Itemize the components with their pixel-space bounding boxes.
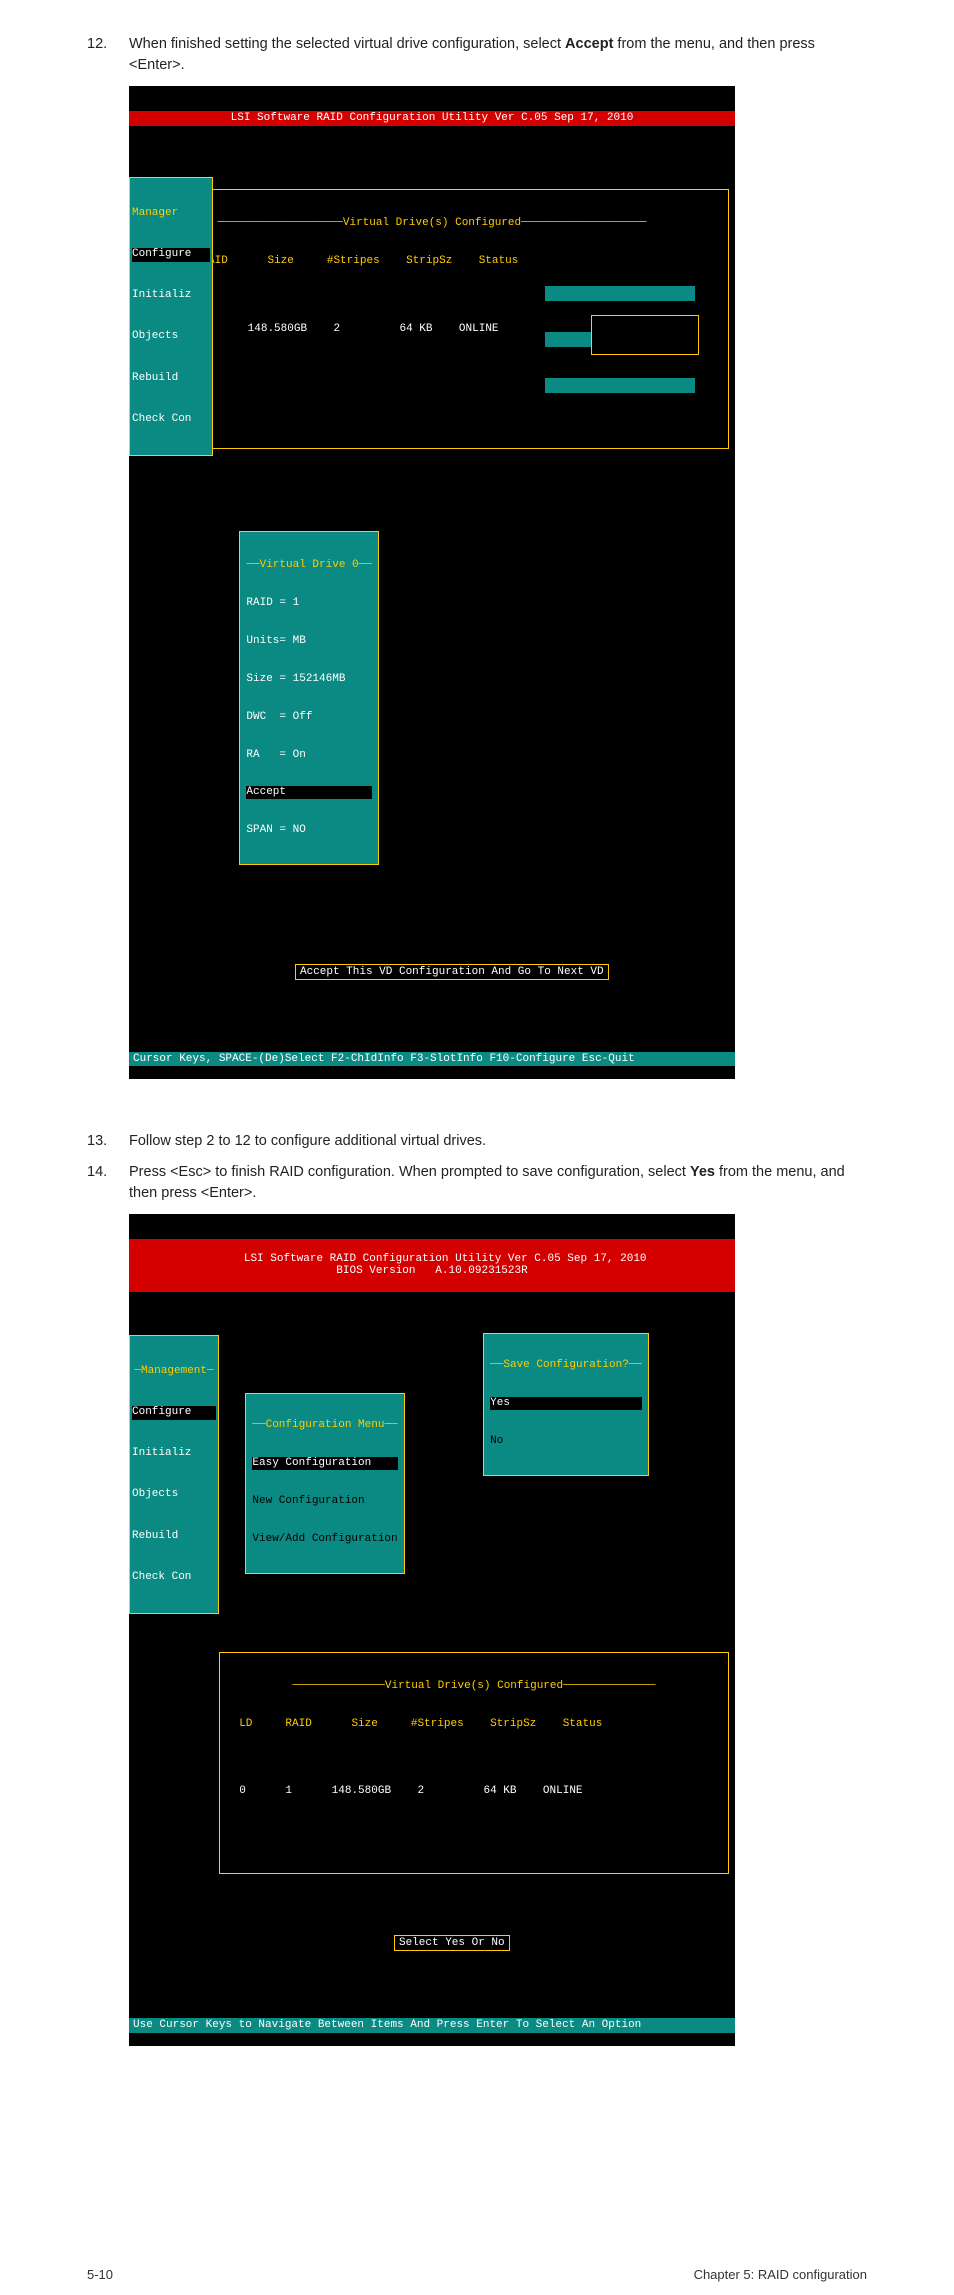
page-footer: 5-10 Chapter 5: RAID configuration xyxy=(87,2266,867,2285)
side-item[interactable]: Check Con xyxy=(132,413,210,427)
side-item[interactable]: Check Con xyxy=(132,1571,216,1585)
side-item-configure[interactable]: Configure xyxy=(132,1406,216,1420)
conf-menu-easy[interactable]: Easy Configuration xyxy=(252,1457,397,1470)
step-12: 12. When finished setting the selected v… xyxy=(87,34,867,76)
side-item[interactable]: Objects xyxy=(132,330,210,344)
step-number: 12. xyxy=(87,34,129,76)
vd-config-table: ──────────────Virtual Drive(s) Configure… xyxy=(219,1652,729,1874)
accept-message-row: Accept This VD Configuration And Go To N… xyxy=(135,947,729,997)
bios-screenshot-2: LSI Software RAID Configuration Utility … xyxy=(129,1214,735,2046)
accept-item[interactable]: Accept xyxy=(246,786,371,799)
step-text: When finished setting the selected virtu… xyxy=(129,34,867,76)
side-item[interactable]: Rebuild xyxy=(132,1530,216,1544)
save-no[interactable]: No xyxy=(490,1435,642,1448)
virtual-drive-0-box[interactable]: ──Virtual Drive 0── RAID = 1 Units= MB S… xyxy=(239,531,378,866)
side-item[interactable]: Initializ xyxy=(132,289,210,303)
select-message: Select Yes Or No xyxy=(394,1935,510,1952)
step-14: 14. Press <Esc> to finish RAID configura… xyxy=(87,1162,867,1204)
bios-statusbar: Use Cursor Keys to Navigate Between Item… xyxy=(129,2018,735,2033)
side-menu[interactable]: ─Management─ Configure Initializ Objects… xyxy=(129,1335,219,1614)
save-configuration-box[interactable]: ──Save Configuration?── Yes No xyxy=(483,1333,649,1476)
side-item-configure[interactable]: Configure xyxy=(132,248,210,262)
side-item[interactable]: Rebuild xyxy=(132,372,210,386)
bios-screenshot-1: LSI Software RAID Configuration Utility … xyxy=(129,86,735,1079)
conf-menu-view[interactable]: View/Add Configuration xyxy=(252,1533,397,1546)
step-13: 13. Follow step 2 to 12 to configure add… xyxy=(87,1131,867,1152)
save-yes[interactable]: Yes xyxy=(490,1397,642,1410)
bios-statusbar: Cursor Keys, SPACE-(De)Select F2-ChIdInf… xyxy=(129,1052,735,1067)
right-empty-box xyxy=(591,315,699,355)
side-menu[interactable]: Manager Configure Initializ Objects Rebu… xyxy=(129,177,213,456)
conf-menu-new[interactable]: New Configuration xyxy=(252,1495,397,1508)
configuration-menu[interactable]: ──Configuration Menu── Easy Configuratio… xyxy=(245,1393,404,1574)
chapter-title: Chapter 5: RAID configuration xyxy=(694,2266,867,2285)
side-item[interactable]: Initializ xyxy=(132,1447,216,1461)
page-number: 5-10 xyxy=(87,2266,113,2285)
side-item[interactable]: Objects xyxy=(132,1488,216,1502)
bios-title: LSI Software RAID Configuration Utility … xyxy=(129,111,735,126)
bios-title: LSI Software RAID Configuration Utility … xyxy=(129,1239,735,1292)
accept-message: Accept This VD Configuration And Go To N… xyxy=(295,964,609,981)
